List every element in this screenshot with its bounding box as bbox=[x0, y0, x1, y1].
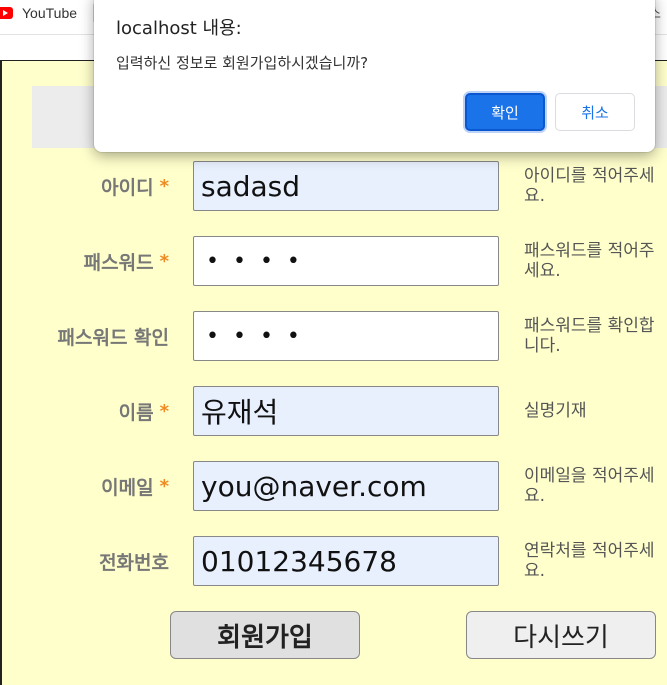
field-label-password: 패스워드 * bbox=[84, 236, 169, 286]
field-help-phone: 연락처를 적어주세요. bbox=[524, 536, 667, 586]
field-label-id-text: 아이디 bbox=[101, 176, 154, 199]
field-label-email: 이메일 * bbox=[101, 461, 169, 511]
bookmark-youtube-label: YouTube bbox=[22, 5, 78, 21]
reset-button[interactable]: 다시쓰기 bbox=[466, 611, 656, 659]
required-star: * bbox=[159, 400, 169, 422]
field-help-email-text: 이메일을 적어주세요. bbox=[524, 466, 655, 506]
dialog-message: 입력하신 정보로 회원가입하시겠습니까? bbox=[116, 54, 369, 72]
youtube-icon bbox=[0, 7, 13, 19]
field-label-name-text: 이름 bbox=[118, 401, 154, 424]
form-row-password: 패스워드 * 패스워드를 적어주세요. bbox=[0, 236, 667, 286]
field-label-password-text: 패스워드 bbox=[83, 251, 154, 274]
field-help-password-confirm: 패스워드를 확인합니다. bbox=[524, 311, 667, 361]
page-content bbox=[0, 60, 667, 685]
name-input[interactable] bbox=[193, 386, 499, 436]
form-row-password-confirm: 패스워드 확인 패스워드를 확인합니다. bbox=[0, 311, 667, 361]
field-label-id: 아이디 * bbox=[101, 161, 169, 211]
bookmark-youtube[interactable]: YouTube bbox=[0, 2, 77, 24]
dialog-cancel-button[interactable]: 취소 bbox=[555, 93, 635, 131]
form-row-name: 이름 * 실명기재 bbox=[0, 386, 667, 436]
required-star: * bbox=[159, 175, 169, 197]
field-help-id-text: 아이디를 적어주세요. bbox=[524, 166, 655, 206]
phone-input[interactable] bbox=[193, 536, 499, 586]
field-label-password-confirm-text: 패스워드 확인 bbox=[57, 326, 170, 349]
field-help-password-confirm-text: 패스워드를 확인합니다. bbox=[524, 316, 655, 356]
field-label-email-text: 이메일 bbox=[101, 476, 154, 499]
field-help-password: 패스워드를 적어주세요. bbox=[524, 236, 667, 286]
password-input[interactable] bbox=[193, 236, 499, 286]
field-help-email: 이메일을 적어주세요. bbox=[524, 461, 667, 511]
field-help-name-text: 실명기재 bbox=[524, 401, 587, 421]
field-label-name: 이름 * bbox=[119, 386, 169, 436]
field-label-phone-text: 전화번호 bbox=[99, 551, 169, 574]
field-help-phone-text: 연락처를 적어주세요. bbox=[524, 541, 655, 581]
password-confirm-input[interactable] bbox=[193, 311, 499, 361]
email-input[interactable] bbox=[193, 461, 499, 511]
confirm-dialog: localhost 내용: 입력하신 정보로 회원가입하시겠습니까? 확인 취소 bbox=[94, 0, 655, 152]
id-input[interactable] bbox=[193, 161, 499, 211]
field-label-phone: 전화번호 bbox=[99, 536, 169, 586]
field-label-password-confirm: 패스워드 확인 bbox=[58, 311, 170, 361]
dialog-ok-button[interactable]: 확인 bbox=[465, 93, 545, 131]
field-help-name: 실명기재 bbox=[524, 386, 667, 436]
field-help-id: 아이디를 적어주세요. bbox=[524, 161, 667, 211]
form-row-email: 이메일 * 이메일을 적어주세요. bbox=[0, 461, 667, 511]
dialog-title: localhost 내용: bbox=[116, 18, 242, 39]
signup-submit-button[interactable]: 회원가입 bbox=[170, 611, 360, 659]
required-star: * bbox=[159, 250, 169, 272]
form-row-phone: 전화번호 연락처를 적어주세요. bbox=[0, 536, 667, 586]
field-help-password-text: 패스워드를 적어주세요. bbox=[524, 241, 655, 281]
form-row-id: 아이디 * 아이디를 적어주세요. bbox=[0, 161, 667, 211]
required-star: * bbox=[159, 475, 169, 497]
